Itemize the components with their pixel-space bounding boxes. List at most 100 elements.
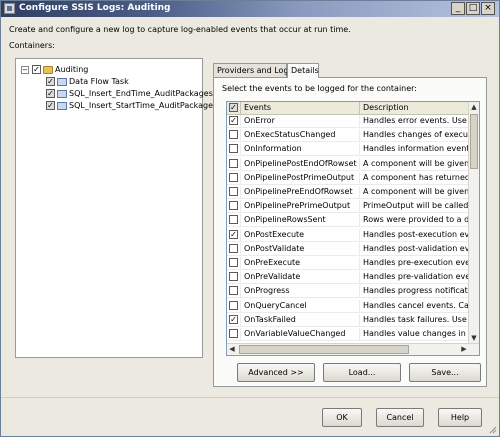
event-checkbox[interactable] [229, 215, 238, 225]
event-checkbox[interactable] [229, 172, 238, 182]
tree-checkbox-sql-insert-endtime[interactable]: ✓ [46, 89, 55, 98]
event-row[interactable]: OnExecStatusChanged Handles changes of ex… [227, 129, 469, 143]
resize-grip-icon[interactable] [489, 426, 497, 434]
tree-checkbox-data-flow-task[interactable]: ✓ [46, 77, 55, 86]
task-icon [57, 89, 67, 98]
collapse-icon[interactable]: − [21, 66, 29, 74]
event-row[interactable]: OnVariableValueChanged Handles value chan… [227, 328, 469, 341]
event-checkbox[interactable] [229, 329, 238, 338]
event-name: OnQueryCancel [241, 299, 360, 312]
event-checkbox[interactable] [229, 187, 238, 196]
folder-icon [43, 65, 53, 74]
title-bar[interactable]: Configure SSIS Logs: Auditing _ □ × [1, 1, 499, 17]
event-description: Handles changes of execution [360, 129, 469, 142]
event-checkbox-cell [227, 242, 241, 255]
event-row[interactable]: OnPipelinePostEndOfRowset A component wil… [227, 157, 469, 171]
event-description: Handles post-execution events [360, 228, 469, 241]
event-name: OnProgress [241, 285, 360, 298]
event-row[interactable]: OnPreExecuteHandles pre-execution events… [227, 257, 469, 270]
event-checkbox[interactable]: ✓ [229, 116, 238, 125]
minimize-button[interactable]: _ [451, 2, 465, 15]
event-checkbox[interactable] [229, 144, 238, 154]
scroll-down-arrow-icon[interactable]: ▼ [469, 333, 479, 343]
tree-label-auditing: Auditing [55, 65, 89, 74]
event-row[interactable]: OnQueryCancelHandles cancel events. Call… [227, 299, 469, 313]
event-checkbox[interactable] [229, 300, 238, 310]
event-name: OnPostExecute [241, 228, 360, 241]
containers-tree[interactable]: − ✓ Auditing ✓ Data Flow Task ✓ SQL_Insert_… [15, 58, 217, 358]
event-checkbox[interactable] [229, 158, 238, 168]
tree-node-data-flow-task[interactable]: ✓ Data Flow Task [46, 76, 129, 87]
event-checkbox[interactable]: ✓ [229, 229, 238, 239]
horizontal-scrollbar[interactable]: ◀ ▶ [227, 343, 479, 355]
event-row[interactable]: OnPipelineRowsSent Rows were provided to … [227, 214, 469, 228]
event-checkbox[interactable] [229, 286, 238, 296]
advanced-button[interactable]: Advanced >> [237, 363, 315, 382]
containers-label: Containers: [9, 41, 55, 50]
select-events-label: Select the events to be logged for the c… [222, 84, 417, 93]
horizontal-scroll-thumb[interactable] [239, 345, 409, 354]
event-row[interactable]: ✓ OnTaskFailed Handles task failures. Use … [227, 313, 469, 327]
event-description: Handles value changes in varia [360, 328, 469, 340]
event-name: OnTaskFailed [241, 313, 360, 326]
help-button[interactable]: Help [438, 408, 482, 427]
event-row[interactable]: OnPipelinePostPrimeOutput A component has… [227, 171, 469, 185]
close-button[interactable]: × [481, 2, 495, 15]
event-description: Handles progress notifications. [360, 285, 469, 298]
select-all-checkbox[interactable]: ✓ [229, 103, 238, 112]
tree-node-auditing[interactable]: ✓ Auditing [32, 64, 88, 75]
event-row[interactable]: OnPipelinePrePrimeOutput PrimeOutput will… [227, 200, 469, 214]
tree-node-sql-insert-starttime[interactable]: ✓ SQL_Insert_StartTime_AuditPackages [46, 100, 217, 111]
scroll-left-arrow-icon[interactable]: ◀ [227, 344, 237, 354]
save-button[interactable]: Save... [409, 363, 481, 382]
event-name: OnPipelinePostEndOfRowset [241, 157, 360, 170]
ok-button[interactable]: OK [322, 408, 362, 427]
events-column-header[interactable]: Events [241, 102, 360, 115]
event-row[interactable]: ✓OnErrorHandles error events. Use to d [227, 115, 469, 128]
event-description: A component will be given the [360, 186, 469, 198]
event-checkbox[interactable] [229, 201, 238, 211]
event-description: Handles pre-execution events. [360, 257, 469, 269]
vertical-scroll-thumb[interactable] [470, 114, 478, 169]
tree-label-sql-insert-starttime: SQL_Insert_StartTime_AuditPackages [69, 101, 218, 110]
event-checkbox[interactable] [229, 272, 238, 282]
event-checkbox[interactable] [229, 130, 238, 140]
event-name: OnPostValidate [241, 242, 360, 255]
tab-details[interactable]: Details [287, 63, 319, 78]
event-row[interactable]: OnPipelinePreEndOfRowset A component will… [227, 186, 469, 199]
event-row[interactable]: OnInformationHandles information events.… [227, 143, 469, 157]
select-all-header[interactable]: ✓ [227, 102, 241, 115]
event-name: OnPreValidate [241, 271, 360, 284]
tab-providers-and-logs[interactable]: Providers and Logs [213, 63, 293, 77]
event-checkbox-cell [227, 271, 241, 284]
event-row[interactable]: OnPostValidate Handles post-validation ev… [227, 242, 469, 256]
event-row[interactable]: OnPreValidateHandles pre-validation even… [227, 271, 469, 285]
event-description: Handles information events. Th [360, 143, 469, 156]
event-checkbox[interactable] [229, 243, 238, 253]
event-name: OnVariableValueChanged [241, 328, 360, 340]
vertical-scrollbar[interactable]: ▲ ▼ [468, 102, 479, 343]
event-row[interactable]: OnProgressHandles progress notifications… [227, 285, 469, 299]
event-description: A component will be given the [360, 157, 469, 170]
event-name: OnPipelinePrePrimeOutput [241, 200, 360, 213]
scroll-up-arrow-icon[interactable]: ▲ [469, 102, 479, 112]
events-grid[interactable]: ✓ Events Description ✓ OnError Handles err… [226, 101, 480, 356]
event-checkbox[interactable]: ✓ [229, 314, 238, 324]
maximize-button[interactable]: □ [466, 2, 480, 15]
cancel-button[interactable]: Cancel [376, 408, 424, 427]
tree-checkbox-sql-insert-starttime[interactable]: ✓ [46, 101, 55, 110]
event-name: OnExecStatusChanged [241, 129, 360, 142]
event-checkbox[interactable] [229, 258, 238, 267]
event-checkbox-cell [227, 214, 241, 227]
description-column-header[interactable]: Description [360, 102, 469, 115]
event-name: OnPipelinePreEndOfRowset [241, 186, 360, 198]
event-description: Handles task failures. Use to d [360, 313, 469, 326]
event-row[interactable]: ✓OnPostExecuteHandles post-execution eve… [227, 228, 469, 242]
event-name: OnPipelineRowsSent [241, 214, 360, 227]
event-name: OnInformation [241, 143, 360, 156]
tree-checkbox-auditing[interactable]: ✓ [32, 65, 41, 74]
event-checkbox-cell: ✓ [227, 115, 241, 127]
load-button[interactable]: Load... [323, 363, 401, 382]
tree-node-sql-insert-endtime[interactable]: ✓ SQL_Insert_EndTime_AuditPackages [46, 88, 213, 99]
scroll-right-arrow-icon[interactable]: ▶ [459, 344, 469, 354]
